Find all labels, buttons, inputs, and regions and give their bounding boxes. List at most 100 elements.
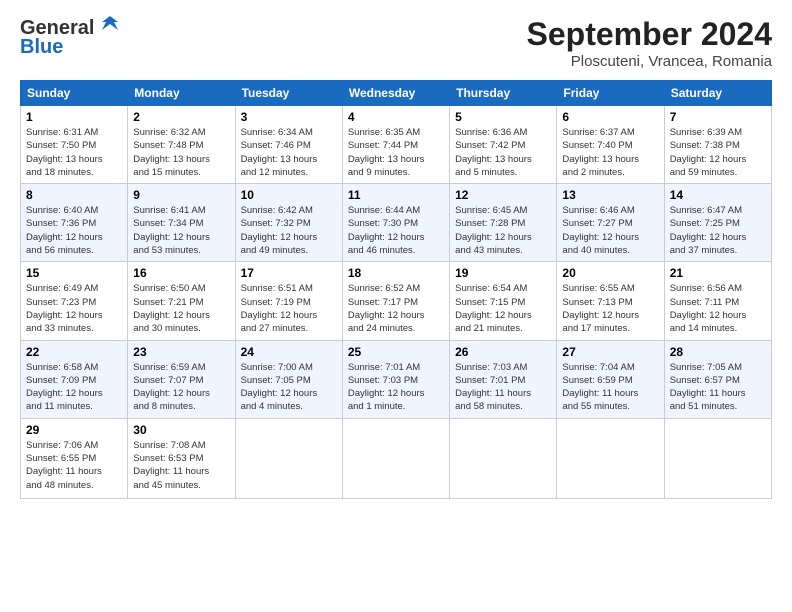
logo-bird-icon — [96, 12, 124, 40]
day-info: Sunrise: 6:58 AMSunset: 7:09 PMDaylight:… — [26, 361, 122, 414]
table-row: 18 Sunrise: 6:52 AMSunset: 7:17 PMDayligh… — [342, 262, 449, 340]
header: General Blue September 2024 Ploscuteni, … — [20, 16, 772, 70]
day-info: Sunrise: 7:03 AMSunset: 7:01 PMDaylight:… — [455, 361, 551, 414]
day-number: 8 — [26, 188, 122, 202]
table-row: 26 Sunrise: 7:03 AMSunset: 7:01 PMDayligh… — [450, 340, 557, 418]
table-row: 9Sunrise: 6:41 AMSunset: 7:34 PMDaylight… — [128, 184, 235, 262]
calendar-table: Sunday Monday Tuesday Wednesday Thursday… — [20, 80, 772, 499]
day-number: 30 — [133, 423, 229, 437]
day-number: 15 — [26, 266, 122, 280]
col-friday: Friday — [557, 81, 664, 106]
table-row: 23 Sunrise: 6:59 AMSunset: 7:07 PMDayligh… — [128, 340, 235, 418]
day-info: Sunrise: 6:59 AMSunset: 7:07 PMDaylight:… — [133, 361, 229, 414]
day-number: 29 — [26, 423, 122, 437]
table-row — [342, 418, 449, 498]
day-number: 11 — [348, 188, 444, 202]
day-info: Sunrise: 6:44 AMSunset: 7:30 PMDaylight:… — [348, 204, 444, 257]
day-number: 5 — [455, 110, 551, 124]
day-info: Sunrise: 6:34 AMSunset: 7:46 PMDaylight:… — [241, 126, 337, 179]
day-info: Sunrise: 6:49 AMSunset: 7:23 PMDaylight:… — [26, 282, 122, 335]
table-row: 29Sunrise: 7:06 AMSunset: 6:55 PMDayligh… — [21, 418, 128, 498]
table-row: 16 Sunrise: 6:50 AMSunset: 7:21 PMDayligh… — [128, 262, 235, 340]
day-info: Sunrise: 7:05 AMSunset: 6:57 PMDaylight:… — [670, 361, 766, 414]
calendar-title: September 2024 — [527, 16, 772, 53]
col-sunday: Sunday — [21, 81, 128, 106]
day-number: 6 — [562, 110, 658, 124]
day-number: 9 — [133, 188, 229, 202]
day-info: Sunrise: 6:42 AMSunset: 7:32 PMDaylight:… — [241, 204, 337, 257]
table-row — [235, 418, 342, 498]
day-number: 28 — [670, 345, 766, 359]
day-info: Sunrise: 6:47 AMSunset: 7:25 PMDaylight:… — [670, 204, 766, 257]
day-info: Sunrise: 6:39 AMSunset: 7:38 PMDaylight:… — [670, 126, 766, 179]
day-info: Sunrise: 6:46 AMSunset: 7:27 PMDaylight:… — [562, 204, 658, 257]
day-info: Sunrise: 6:31 AMSunset: 7:50 PMDaylight:… — [26, 126, 122, 179]
day-info: Sunrise: 7:04 AMSunset: 6:59 PMDaylight:… — [562, 361, 658, 414]
day-number: 27 — [562, 345, 658, 359]
day-number: 7 — [670, 110, 766, 124]
table-row: 3 Sunrise: 6:34 AMSunset: 7:46 PMDaylight… — [235, 106, 342, 184]
logo: General Blue — [20, 16, 124, 59]
table-row: 27 Sunrise: 7:04 AMSunset: 6:59 PMDayligh… — [557, 340, 664, 418]
table-row: 24Sunrise: 7:00 AMSunset: 7:05 PMDayligh… — [235, 340, 342, 418]
table-row: 12 Sunrise: 6:45 AMSunset: 7:28 PMDayligh… — [450, 184, 557, 262]
day-number: 23 — [133, 345, 229, 359]
day-number: 10 — [241, 188, 337, 202]
day-info: Sunrise: 6:35 AMSunset: 7:44 PMDaylight:… — [348, 126, 444, 179]
day-info: Sunrise: 6:32 AMSunset: 7:48 PMDaylight:… — [133, 126, 229, 179]
table-row: 22 Sunrise: 6:58 AMSunset: 7:09 PMDayligh… — [21, 340, 128, 418]
day-number: 21 — [670, 266, 766, 280]
table-row: 7 Sunrise: 6:39 AMSunset: 7:38 PMDaylight… — [664, 106, 771, 184]
day-info: Sunrise: 6:45 AMSunset: 7:28 PMDaylight:… — [455, 204, 551, 257]
col-wednesday: Wednesday — [342, 81, 449, 106]
day-number: 13 — [562, 188, 658, 202]
table-row — [664, 418, 771, 498]
title-block: September 2024 Ploscuteni, Vrancea, Roma… — [527, 16, 772, 70]
day-number: 2 — [133, 110, 229, 124]
col-thursday: Thursday — [450, 81, 557, 106]
table-row — [557, 418, 664, 498]
table-row: 10 Sunrise: 6:42 AMSunset: 7:32 PMDayligh… — [235, 184, 342, 262]
col-tuesday: Tuesday — [235, 81, 342, 106]
table-row: 17Sunrise: 6:51 AMSunset: 7:19 PMDayligh… — [235, 262, 342, 340]
day-number: 4 — [348, 110, 444, 124]
day-number: 18 — [348, 266, 444, 280]
day-info: Sunrise: 6:36 AMSunset: 7:42 PMDaylight:… — [455, 126, 551, 179]
table-row: 21 Sunrise: 6:56 AMSunset: 7:11 PMDayligh… — [664, 262, 771, 340]
col-saturday: Saturday — [664, 81, 771, 106]
day-info: Sunrise: 7:00 AMSunset: 7:05 PMDaylight:… — [241, 361, 337, 414]
day-number: 16 — [133, 266, 229, 280]
table-row: 30 Sunrise: 7:08 AMSunset: 6:53 PMDayligh… — [128, 418, 235, 498]
calendar-subtitle: Ploscuteni, Vrancea, Romania — [527, 53, 772, 70]
day-info: Sunrise: 6:56 AMSunset: 7:11 PMDaylight:… — [670, 282, 766, 335]
table-row: 8 Sunrise: 6:40 AMSunset: 7:36 PMDaylight… — [21, 184, 128, 262]
table-row: 25 Sunrise: 7:01 AMSunset: 7:03 PMDayligh… — [342, 340, 449, 418]
table-row: 2 Sunrise: 6:32 AMSunset: 7:48 PMDaylight… — [128, 106, 235, 184]
table-row: 4 Sunrise: 6:35 AMSunset: 7:44 PMDaylight… — [342, 106, 449, 184]
day-info: Sunrise: 6:55 AMSunset: 7:13 PMDaylight:… — [562, 282, 658, 335]
day-info: Sunrise: 6:40 AMSunset: 7:36 PMDaylight:… — [26, 204, 122, 257]
day-number: 14 — [670, 188, 766, 202]
table-row: 1 Sunrise: 6:31 AMSunset: 7:50 PMDaylight… — [21, 106, 128, 184]
day-number: 25 — [348, 345, 444, 359]
day-number: 22 — [26, 345, 122, 359]
day-number: 3 — [241, 110, 337, 124]
table-row: 13 Sunrise: 6:46 AMSunset: 7:27 PMDayligh… — [557, 184, 664, 262]
logo-blue-text: Blue — [20, 36, 63, 59]
table-row: 5 Sunrise: 6:36 AMSunset: 7:42 PMDaylight… — [450, 106, 557, 184]
day-number: 12 — [455, 188, 551, 202]
calendar-header-row: Sunday Monday Tuesday Wednesday Thursday… — [21, 81, 772, 106]
table-row: 19Sunrise: 6:54 AMSunset: 7:15 PMDayligh… — [450, 262, 557, 340]
day-info: Sunrise: 6:52 AMSunset: 7:17 PMDaylight:… — [348, 282, 444, 335]
day-number: 26 — [455, 345, 551, 359]
day-info: Sunrise: 6:50 AMSunset: 7:21 PMDaylight:… — [133, 282, 229, 335]
day-number: 17 — [241, 266, 337, 280]
table-row: 11 Sunrise: 6:44 AMSunset: 7:30 PMDayligh… — [342, 184, 449, 262]
day-info: Sunrise: 7:01 AMSunset: 7:03 PMDaylight:… — [348, 361, 444, 414]
table-row: 20Sunrise: 6:55 AMSunset: 7:13 PMDayligh… — [557, 262, 664, 340]
table-row: 15 Sunrise: 6:49 AMSunset: 7:23 PMDayligh… — [21, 262, 128, 340]
day-info: Sunrise: 6:37 AMSunset: 7:40 PMDaylight:… — [562, 126, 658, 179]
day-number: 1 — [26, 110, 122, 124]
day-info: Sunrise: 7:08 AMSunset: 6:53 PMDaylight:… — [133, 439, 229, 492]
col-monday: Monday — [128, 81, 235, 106]
